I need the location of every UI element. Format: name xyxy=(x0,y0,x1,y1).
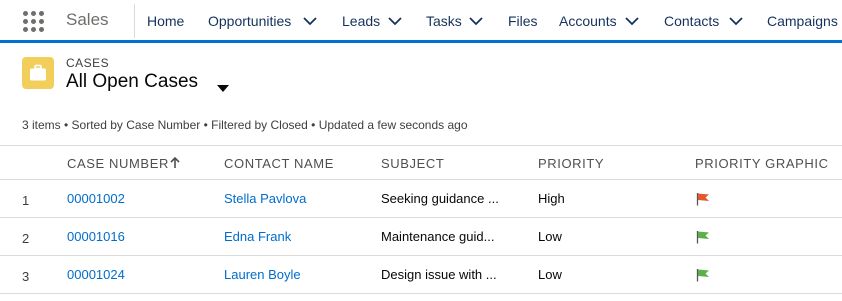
table-header: CASE NUMBER CONTACT NAME SUBJECT PRIORIT… xyxy=(0,145,842,180)
contact-name-link[interactable]: Edna Frank xyxy=(224,229,291,244)
column-header-subject[interactable]: SUBJECT xyxy=(381,156,444,171)
list-view-title[interactable]: All Open Cases xyxy=(66,71,198,93)
object-label: CASES xyxy=(66,56,110,70)
priority-cell: High xyxy=(538,191,565,206)
chevron-down-icon[interactable] xyxy=(469,16,483,26)
column-header-case-number[interactable]: CASE NUMBER xyxy=(67,156,169,171)
nav-item-contacts[interactable]: Contacts xyxy=(664,13,719,29)
nav-item-files[interactable]: Files xyxy=(508,13,538,29)
priority-cell: Low xyxy=(538,229,562,244)
green-flag-icon xyxy=(696,230,710,249)
subject-cell: Design issue with ... xyxy=(381,267,497,282)
subject-cell: Seeking guidance ... xyxy=(381,191,499,206)
chevron-down-icon[interactable] xyxy=(303,16,317,26)
briefcase-icon xyxy=(22,57,54,89)
red-flag-icon xyxy=(696,192,710,211)
subject-cell: Maintenance guid... xyxy=(381,229,495,244)
case-number-link[interactable]: 00001024 xyxy=(67,267,125,282)
column-header-priority-graphic[interactable]: PRIORITY GRAPHIC xyxy=(695,156,829,171)
contact-name-link[interactable]: Lauren Boyle xyxy=(224,267,301,282)
chevron-down-icon[interactable] xyxy=(625,16,639,26)
row-number: 2 xyxy=(22,231,30,246)
row-number: 3 xyxy=(22,269,30,284)
caret-down-icon[interactable] xyxy=(216,80,230,98)
app-name: Sales xyxy=(66,10,109,29)
nav-item-leads[interactable]: Leads xyxy=(342,13,380,29)
table-row: 3 00001024 Lauren Boyle Design issue wit… xyxy=(0,256,842,294)
chevron-down-icon[interactable] xyxy=(729,16,743,26)
green-flag-icon xyxy=(696,268,710,287)
chevron-down-icon[interactable] xyxy=(388,16,402,26)
table-row: 2 00001016 Edna Frank Maintenance guid..… xyxy=(0,218,842,256)
nav-item-accounts[interactable]: Accounts xyxy=(559,13,617,29)
nav-item-tasks[interactable]: Tasks xyxy=(426,13,462,29)
global-nav: Sales Home Opportunities Leads Tasks Fil… xyxy=(0,0,842,43)
nav-divider xyxy=(134,4,135,38)
case-number-link[interactable]: 00001002 xyxy=(67,191,125,206)
sort-ascending-icon[interactable] xyxy=(170,156,180,174)
nav-item-home[interactable]: Home xyxy=(147,13,184,29)
row-number: 1 xyxy=(22,193,30,208)
contact-name-link[interactable]: Stella Pavlova xyxy=(224,191,306,206)
table-row: 1 00001002 Stella Pavlova Seeking guidan… xyxy=(0,180,842,218)
list-view-meta: 3 items • Sorted by Case Number • Filter… xyxy=(22,118,468,132)
column-header-contact-name[interactable]: CONTACT NAME xyxy=(224,156,334,171)
priority-cell: Low xyxy=(538,267,562,282)
column-header-priority[interactable]: PRIORITY xyxy=(538,156,604,171)
nav-item-campaigns[interactable]: Campaigns xyxy=(767,13,838,29)
app-launcher-icon[interactable] xyxy=(23,11,44,32)
nav-item-opportunities[interactable]: Opportunities xyxy=(208,13,291,29)
case-number-link[interactable]: 00001016 xyxy=(67,229,125,244)
